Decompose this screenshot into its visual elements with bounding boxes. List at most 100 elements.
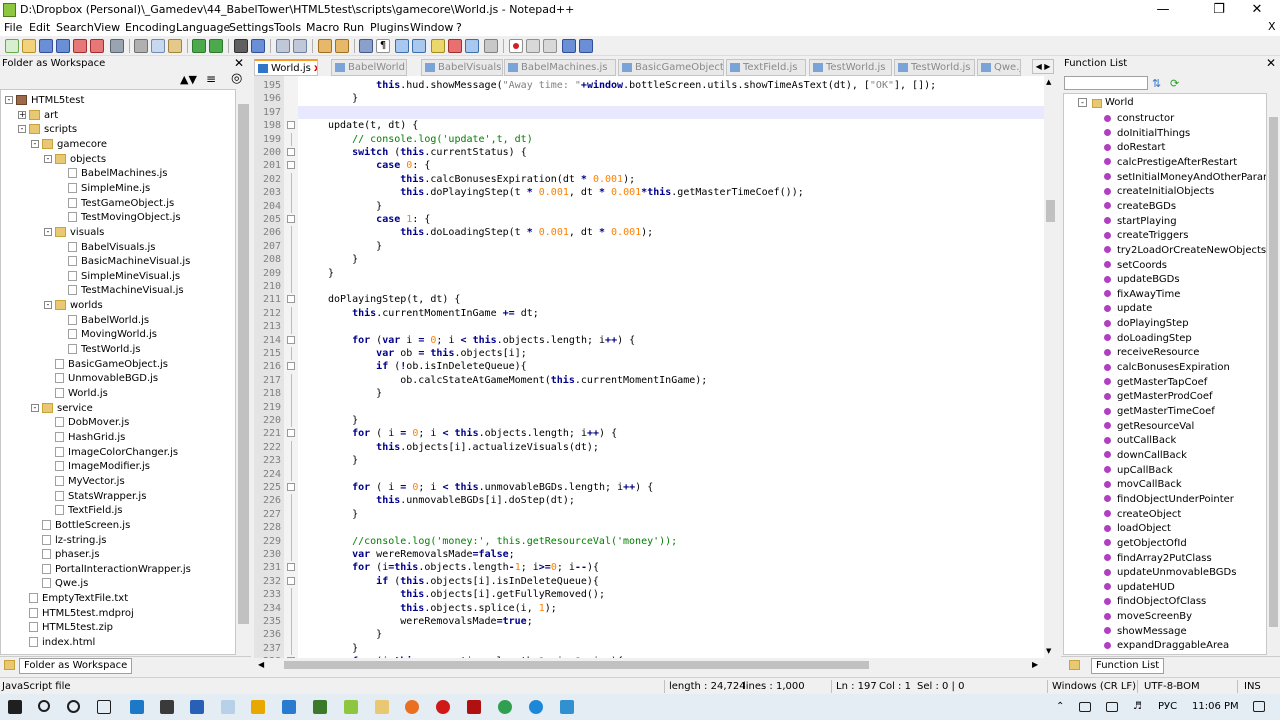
tab-close-icon[interactable]: x [314, 63, 317, 74]
code-line[interactable]: } [328, 508, 358, 521]
fold-toggle-icon[interactable] [287, 483, 295, 491]
tree-file-item[interactable]: TestMovingObject.js [57, 211, 181, 225]
function-list-scrollbar[interactable] [1267, 93, 1280, 655]
tree-file-item[interactable]: HTML5test.mdproj [18, 607, 134, 621]
function-list-item[interactable]: movCallBack [1104, 478, 1182, 492]
code-line[interactable]: update(t, dt) { [328, 119, 418, 132]
tree-file-item[interactable]: phaser.js [31, 548, 100, 562]
code-line[interactable]: this.hud.showMessage("Away time: "+windo… [328, 79, 936, 92]
function-list-item[interactable]: findObjectUnderPointer [1104, 493, 1234, 507]
fold-toggle-icon[interactable] [287, 161, 295, 170]
function-list-item[interactable]: getResourceVal [1104, 420, 1194, 434]
fold-toggle-icon[interactable] [287, 121, 295, 130]
tree-file-item[interactable]: ImageColorChanger.js [44, 446, 178, 460]
tree-file-item[interactable]: HashGrid.js [44, 431, 125, 445]
tree-folder-item[interactable]: - objects [44, 153, 106, 167]
chrome-icon[interactable] [498, 700, 512, 714]
doc-map-icon[interactable] [431, 39, 445, 53]
tab-scroll-arrows[interactable]: ◀ ▶ [1032, 59, 1054, 74]
print-icon[interactable] [110, 39, 124, 53]
file-tab[interactable]: BasicGameObject.js [618, 59, 724, 76]
run-macro-multiple-icon[interactable] [562, 39, 576, 53]
menu-view[interactable]: View [94, 21, 120, 34]
folder-workspace-icon[interactable] [465, 39, 479, 53]
file-tab[interactable]: TextField.js [726, 59, 806, 76]
collapse-all-icon[interactable]: ≡ [206, 72, 216, 86]
stop-macro-icon[interactable] [526, 39, 540, 53]
tree-file-item[interactable]: BottleScreen.js [31, 519, 130, 533]
menu-language[interactable]: Language [176, 21, 230, 34]
fold-toggle-icon[interactable] [287, 362, 295, 371]
function-list-item[interactable]: receiveResource [1104, 346, 1199, 360]
redo-icon[interactable] [209, 39, 223, 53]
code-line[interactable]: } [328, 240, 382, 253]
fold-toggle-icon[interactable] [287, 429, 295, 438]
sync-vertical-icon[interactable] [318, 39, 332, 53]
function-list-item[interactable]: fixAwayTime [1104, 288, 1180, 302]
sort-icon[interactable]: ▲▼ [180, 73, 197, 86]
function-list-item[interactable]: upCallBack [1104, 464, 1173, 478]
menu-search[interactable]: Search [56, 21, 94, 34]
volume-icon[interactable]: ♬ [1133, 701, 1142, 712]
save-all-icon[interactable] [56, 39, 70, 53]
expand-toggle-icon[interactable]: - [5, 96, 13, 104]
code-line[interactable]: } [328, 200, 382, 213]
start-icon[interactable] [8, 700, 22, 714]
close-button[interactable]: ✕ [1234, 0, 1280, 20]
expand-toggle-icon[interactable]: - [44, 301, 52, 310]
scrollbar-thumb[interactable] [1269, 117, 1278, 627]
find-icon[interactable] [234, 39, 248, 53]
menu-tools[interactable]: Tools [274, 21, 301, 34]
tree-folder-item[interactable]: - service [31, 402, 93, 416]
file-tab[interactable]: BabelWorld.js [331, 59, 407, 76]
function-list-item[interactable]: constructor [1104, 112, 1174, 126]
code-line[interactable]: switch (this.currentStatus) { [328, 146, 527, 159]
status-encoding[interactable]: UTF-8-BOM [1144, 681, 1200, 692]
tree-file-item[interactable]: BabelVisuals.js [57, 241, 156, 255]
code-line[interactable]: if (this.objects[i].isInDeleteQueue){ [328, 575, 599, 588]
tree-file-item[interactable]: MyVector.js [44, 475, 125, 489]
scroll-up-arrow[interactable]: ▲ [1046, 78, 1051, 86]
function-list-item[interactable]: moveScreenBy [1104, 610, 1192, 624]
sync-horizontal-icon[interactable] [335, 39, 349, 53]
panel-close-icon[interactable]: ✕ [234, 56, 244, 70]
skype-icon[interactable] [282, 700, 296, 714]
fold-toggle-icon[interactable] [287, 335, 295, 344]
folder-tree-scrollbar[interactable] [236, 89, 251, 655]
app-icon-a[interactable] [251, 700, 265, 714]
scroll-left-arrow[interactable]: ◀ [258, 660, 264, 669]
opera-icon[interactable] [436, 700, 450, 714]
tree-file-item[interactable]: UnmovableBGD.js [44, 372, 158, 386]
tree-file-item[interactable]: EmptyTextFile.txt [18, 592, 128, 606]
tree-folder-item[interactable]: - visuals [44, 226, 104, 240]
code-line[interactable]: ob.calcStateAtGameMoment(this.currentMom… [328, 374, 707, 387]
zoom-out-icon[interactable] [293, 39, 307, 53]
telegram-icon[interactable] [560, 700, 574, 714]
tree-file-item[interactable]: TestWorld.js [57, 343, 141, 357]
tree-file-item[interactable]: World.js [44, 387, 108, 401]
function-list-item[interactable]: doRestart [1104, 141, 1165, 155]
function-list-item[interactable]: update [1104, 302, 1152, 316]
clock-time[interactable]: 11:06 PM [1192, 701, 1239, 712]
code-line[interactable]: wereRemovalsMade=true; [328, 615, 533, 628]
tree-file-item[interactable]: TestMachineVisual.js [57, 284, 184, 298]
save-macro-icon[interactable] [579, 39, 593, 53]
tree-folder-item[interactable]: - gamecore [31, 138, 107, 152]
code-line[interactable]: } [328, 414, 358, 427]
undo-icon[interactable] [192, 39, 206, 53]
cortana-icon[interactable] [67, 700, 80, 713]
file-tab[interactable]: World.jsx [254, 59, 318, 76]
code-line[interactable]: var wereRemovalsMade=false; [328, 548, 515, 561]
reload-icon[interactable]: ⟳ [1170, 77, 1179, 90]
menu-window[interactable]: Window [410, 21, 453, 34]
scroll-right-arrow[interactable]: ▶ [1032, 660, 1038, 669]
tree-file-item[interactable]: TestGameObject.js [57, 197, 174, 211]
store-icon[interactable] [160, 700, 174, 714]
code-line[interactable]: this.doLoadingStep(t * 0.001, dt * 0.001… [328, 226, 653, 239]
firefox-icon[interactable] [405, 700, 419, 714]
editor-horizontal-scrollbar[interactable]: ◀ ▶ [254, 658, 1044, 672]
function-list-item[interactable]: getObjectOfId [1104, 537, 1187, 551]
function-list-item[interactable]: doInitialThings [1104, 127, 1190, 141]
word-wrap-icon[interactable] [359, 39, 373, 53]
tree-file-item[interactable]: SimpleMineVisual.js [57, 270, 180, 284]
